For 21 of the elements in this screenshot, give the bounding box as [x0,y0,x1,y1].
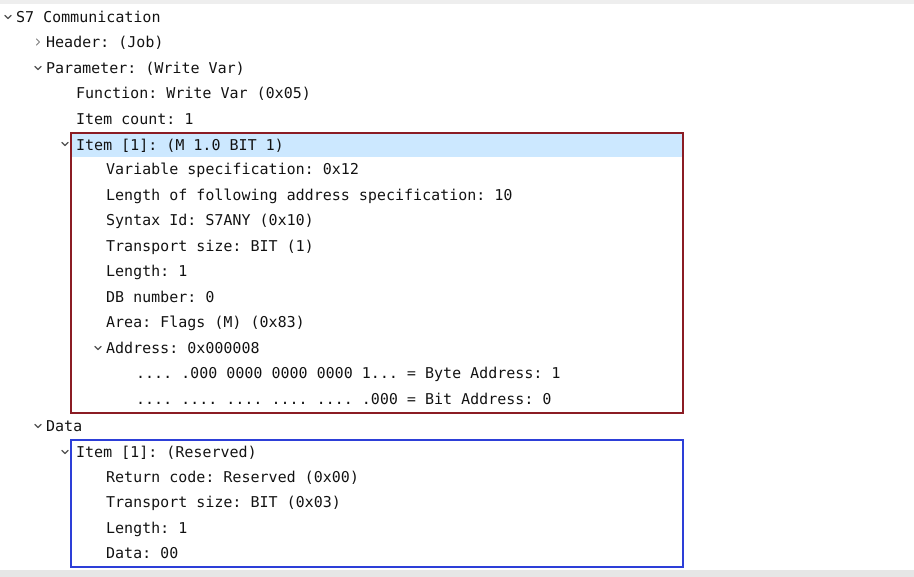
tree-item-label[interactable]: .... .... .... .... .... .000 = Bit Address: 0 [136,388,552,410]
tree-item-label[interactable]: Address: 0x000008 [106,336,260,359]
tree-item-label[interactable]: Header: (Job) [46,31,164,54]
tree-item-label[interactable]: S7 Communication [16,6,160,28]
tree-item-label[interactable]: Data [46,415,82,438]
tree-item-label[interactable]: Length: 1 [106,260,188,282]
tree-item-label[interactable]: Length: 1 [106,516,188,539]
tree-item-label[interactable]: Variable specification: 0x12 [106,158,359,180]
tree-item-label[interactable]: Item count: 1 [76,108,194,130]
tree-item-label[interactable]: Syntax Id: S7ANY (0x10) [106,209,314,232]
tree-item-label[interactable]: Transport size: BIT (1) [106,234,314,257]
tree-item-label[interactable]: Return code: Reserved (0x00) [106,466,359,488]
tree-item-label[interactable]: Area: Flags (M) (0x83) [106,311,305,334]
tree-item-label[interactable]: Item [1]: (Reserved) [76,441,257,464]
tree-item-label[interactable]: Length of following address specification: 10 [106,184,512,206]
tree-item-label[interactable]: Data: 00 [106,542,178,564]
tree-item-label[interactable]: DB number: 0 [106,286,214,308]
tree-item-label[interactable]: .... .000 0000 0000 0000 1... = Byte Address: 1 [136,362,560,384]
tree-item-label[interactable]: Transport size: BIT (0x03) [106,491,341,514]
tree-item-label[interactable]: Function: Write Var (0x05) [76,82,311,104]
tree-item-label[interactable]: Parameter: (Write Var) [46,56,245,79]
